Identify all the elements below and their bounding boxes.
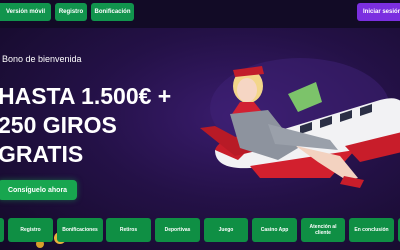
tab-juego[interactable]: Juego xyxy=(204,218,248,242)
tab-en-conclusion[interactable]: En conclusión xyxy=(349,218,394,242)
tab-atencion-al-cliente[interactable]: Atención al cliente xyxy=(301,218,345,242)
page: Versión móvil Registro Bonificación Inic… xyxy=(0,0,400,250)
get-it-now-button[interactable]: Consíguelo ahora xyxy=(0,180,77,200)
tab-partial-left[interactable] xyxy=(0,218,4,242)
top-navigation-bar: Versión móvil Registro Bonificación Inic… xyxy=(0,0,400,28)
welcome-bonus-label: Bono de bienvenida xyxy=(2,54,82,64)
tab-deportivas[interactable]: Deportivas xyxy=(155,218,200,242)
hero-banner: Bono de bienvenida HASTA 1.500€ + 250 GI… xyxy=(0,28,400,250)
tab-bonificaciones[interactable]: Bonificaciones xyxy=(57,218,103,242)
bottom-navigation: Registro Bonificaciones Retiros Deportiv… xyxy=(0,218,400,244)
login-button[interactable]: Iniciar sesión xyxy=(357,3,400,21)
tab-registro[interactable]: Registro xyxy=(8,218,53,242)
headline-line-2: 250 GIROS xyxy=(0,112,117,138)
tab-casino-app[interactable]: Casino App xyxy=(252,218,297,242)
tab-retiros[interactable]: Retiros xyxy=(106,218,151,242)
register-button[interactable]: Registro xyxy=(55,3,87,21)
mobile-version-button[interactable]: Versión móvil xyxy=(0,3,51,21)
bonus-button[interactable]: Bonificación xyxy=(91,3,134,21)
headline-line-3: GRATIS xyxy=(0,141,84,167)
headline-line-1: HASTA 1.500€ + xyxy=(0,83,172,109)
